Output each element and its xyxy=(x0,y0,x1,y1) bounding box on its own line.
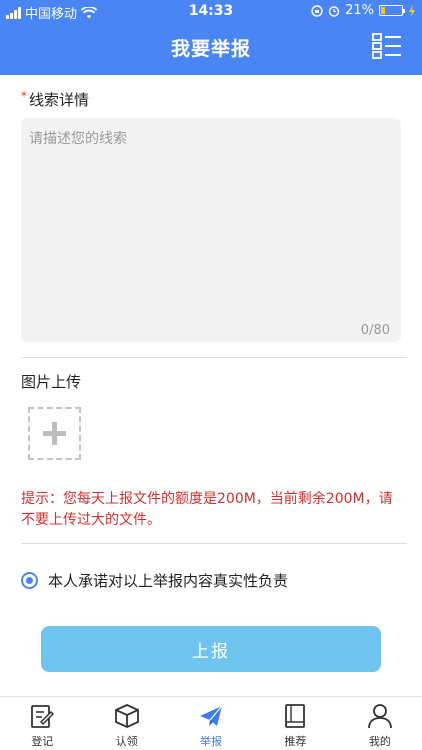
charging-icon xyxy=(409,4,415,17)
tab-report[interactable]: 举报 xyxy=(169,697,253,750)
detail-textarea[interactable] xyxy=(21,118,401,342)
list-menu-icon[interactable] xyxy=(372,33,402,59)
paper-plane-icon xyxy=(200,705,223,726)
status-bar: 中国移动 14:33 21% xyxy=(0,0,422,22)
tab-bar: 登记 认领 举报 推荐 我的 xyxy=(0,696,422,750)
tab-label: 举报 xyxy=(200,735,223,748)
agreement-radio[interactable] xyxy=(21,572,38,589)
tab-label: 认领 xyxy=(115,735,138,748)
detail-label: 线索详情 xyxy=(29,91,90,109)
header-bar: 中国移动 14:33 21% 我要举报 xyxy=(0,0,422,75)
battery-icon xyxy=(379,5,405,16)
image-upload-button[interactable] xyxy=(28,407,81,460)
edit-icon xyxy=(31,705,55,728)
submit-button[interactable]: 上报 xyxy=(41,626,381,672)
box-icon xyxy=(114,704,139,728)
image-upload-label: 图片上传 xyxy=(21,373,82,391)
page-title: 我要举报 xyxy=(170,38,251,60)
tab-register[interactable]: 登记 xyxy=(0,697,84,750)
alarm-icon xyxy=(328,5,340,17)
agreement-row[interactable]: 本人承诺对以上举报内容真实性负责 xyxy=(21,570,288,591)
detail-label-row: * 线索详情 xyxy=(21,89,89,110)
tab-claim[interactable]: 认领 xyxy=(84,697,168,750)
tab-label: 推荐 xyxy=(284,735,307,748)
plus-icon xyxy=(43,422,66,445)
tab-mine[interactable]: 我的 xyxy=(338,697,422,750)
user-icon xyxy=(367,704,392,729)
divider xyxy=(21,543,407,544)
tab-label: 我的 xyxy=(368,735,391,748)
tab-recommend[interactable]: 推荐 xyxy=(253,697,337,750)
detail-textarea-container: 0/80 xyxy=(21,118,401,342)
book-icon xyxy=(285,704,306,728)
char-counter: 0/80 xyxy=(360,323,390,338)
battery-percent: 21% xyxy=(345,3,374,18)
required-mark: * xyxy=(21,89,27,103)
agreement-text: 本人承诺对以上举报内容真实性负责 xyxy=(48,572,289,590)
divider xyxy=(21,357,407,358)
upload-notice: 提示：您每天上报文件的额度是200M，当前剩余200M，请不要上传过大的文件。 xyxy=(21,491,393,528)
tab-label: 登记 xyxy=(31,735,54,748)
rotation-lock-icon xyxy=(311,4,323,17)
